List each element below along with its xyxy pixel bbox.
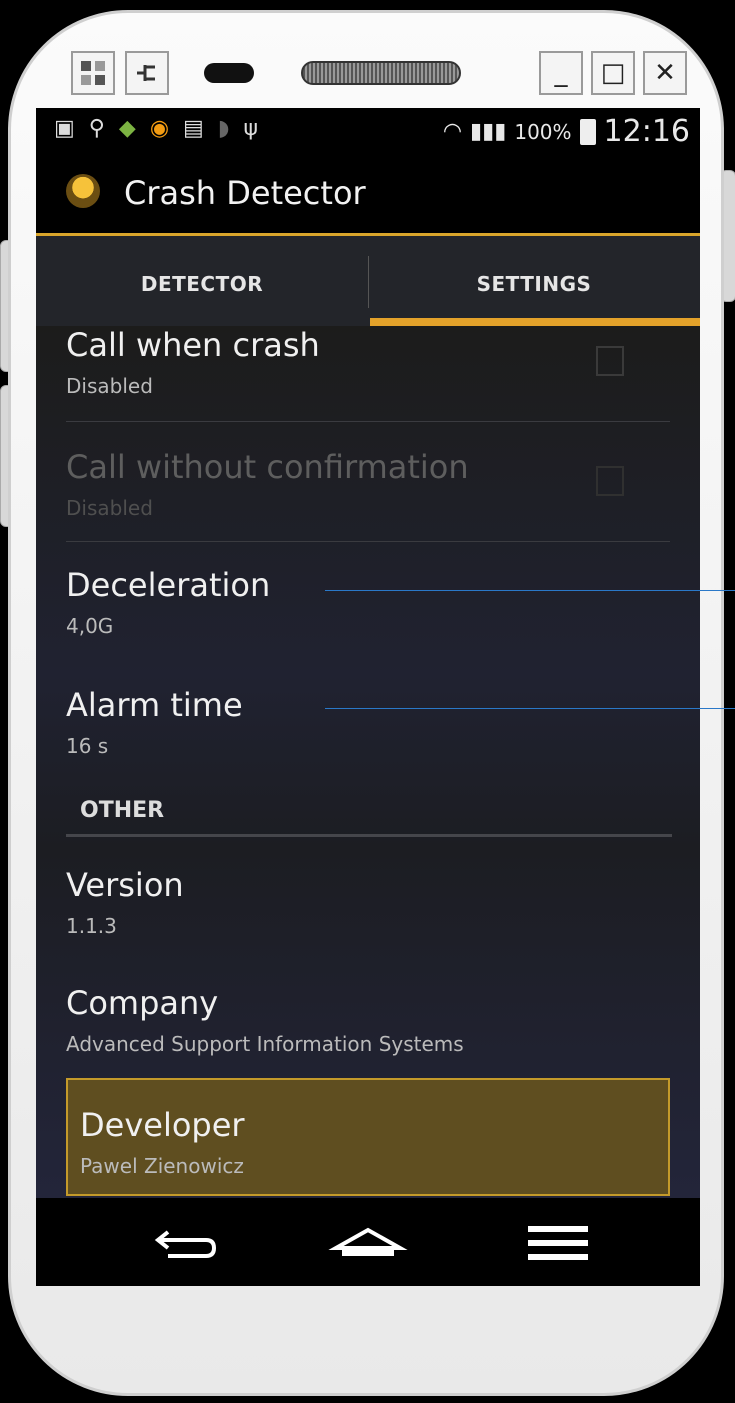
tab-settings[interactable]: SETTINGS [368,236,700,328]
usb-icon: ψ [243,116,258,141]
callout-line-alarm-time [325,708,735,709]
notification-icons: ▣ ⚲ ◆ ◉ ▤ ◗ ψ [54,116,258,141]
grid-icon[interactable] [71,51,115,95]
status-right: ◠ ▮▮▮ 100% 12:16 [443,114,690,149]
screenshot-icon: ▣ [54,116,75,141]
pref-summary: Disabled [66,496,153,520]
pref-title: Company [66,984,219,1022]
wifi-icon: ◠ [442,119,463,144]
phone-screen: ▣ ⚲ ◆ ◉ ▤ ◗ ψ ◠ ▮▮▮ 100% 12:16 Crash Det… [36,108,700,1198]
tab-bar: DETECTOR SETTINGS [36,236,700,328]
pref-title: Version [66,866,184,904]
sd-card-icon: ▤ [183,116,204,141]
call-without-confirmation-checkbox [596,466,624,496]
status-bar: ▣ ⚲ ◆ ◉ ▤ ◗ ψ ◠ ▮▮▮ 100% 12:16 [36,108,700,154]
emulator-toolbar: _ □ ✕ [71,51,691,107]
pref-alarm-time[interactable]: Alarm time 16 s [66,686,670,758]
pref-title: Alarm time [66,686,243,724]
android-icon: ◆ [118,116,136,141]
divider [66,541,670,542]
maximize-icon[interactable]: □ [591,51,635,95]
pref-summary: 16 s [66,734,109,758]
pref-call-without-confirmation: Call without confirmation Disabled [66,448,670,520]
pref-title: Deceleration [66,566,271,604]
signal-icon: ▮▮▮ [470,119,507,144]
pref-title: Call when crash [66,326,320,364]
clock: 12:16 [603,114,690,149]
app-title: Crash Detector [124,174,366,212]
pref-deceleration[interactable]: Deceleration 4,0G [66,566,670,638]
app-icon[interactable] [66,174,100,208]
pref-title: Call without confirmation [66,448,469,486]
person-icon: ⚲ [88,116,105,141]
app-notification-icon: ◉ [149,116,170,141]
call-when-crash-checkbox[interactable] [596,346,624,376]
pref-developer[interactable]: Developer Pawel Zienowicz [80,1106,684,1178]
earpiece-speaker [301,61,461,85]
minimize-icon[interactable]: _ [539,51,583,95]
battery-icon [579,118,596,145]
back-icon[interactable] [148,1210,228,1274]
plug-icon[interactable] [125,51,169,95]
close-icon[interactable]: ✕ [643,51,687,95]
pref-summary: Disabled [66,374,153,398]
pref-summary: Advanced Support Information Systems [66,1032,464,1056]
front-camera [204,63,254,83]
callout-line-deceleration [325,590,735,591]
pref-title: Developer [80,1106,245,1144]
pref-summary: Pawel Zienowicz [80,1154,244,1178]
tab-detector[interactable]: DETECTOR [36,236,368,328]
navigation-bar [36,1198,700,1286]
category-header-other: OTHER [80,798,165,823]
leaf-icon: ◗ [217,116,230,141]
settings-list: Call when crash Disabled Call without co… [36,326,700,1198]
home-icon[interactable] [328,1210,408,1274]
pref-version[interactable]: Version 1.1.3 [66,866,670,938]
menu-icon[interactable] [518,1210,598,1274]
pref-summary: 1.1.3 [66,914,117,938]
battery-percent: 100% [514,119,572,144]
action-bar: Crash Detector [36,154,700,236]
pref-summary: 4,0G [66,614,114,638]
pref-call-when-crash[interactable]: Call when crash Disabled [66,326,670,398]
pref-company[interactable]: Company Advanced Support Information Sys… [66,984,670,1056]
category-divider [66,834,672,837]
divider [66,421,670,422]
